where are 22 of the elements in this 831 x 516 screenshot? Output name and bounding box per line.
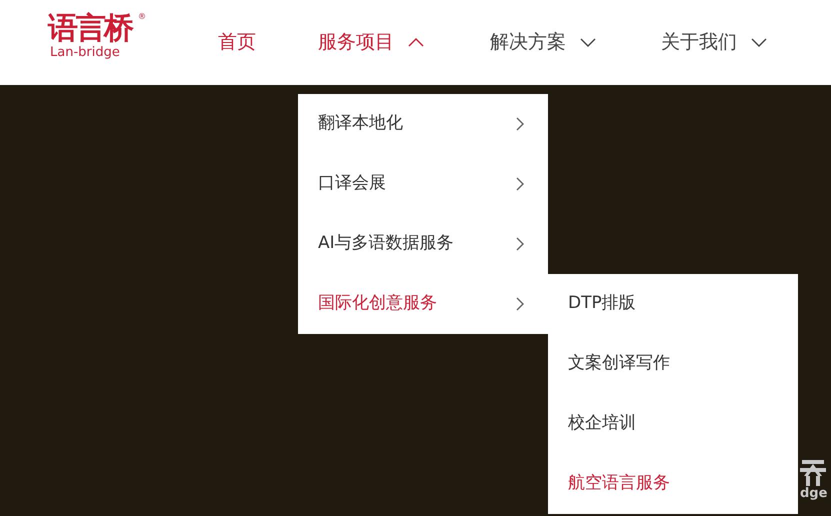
menu-item[interactable]: 翻译本地化 [298,94,548,154]
nav-link[interactable]: 首页 [218,28,318,57]
chevron-down-icon [751,38,767,47]
chevron-right-icon [516,117,524,131]
menu-item[interactable]: AI与多语数据服务 [298,214,548,274]
chevron-right-icon [516,297,524,311]
menu-item[interactable]: 文案创译写作 [548,334,798,394]
menu-item[interactable]: 航空语言服务 [548,454,798,514]
chevron-right-icon [516,237,524,251]
menu-item[interactable]: 国际化创意服务 [298,274,548,334]
banner-logo-text: dge [800,486,828,502]
menu-item[interactable]: 口译会展 [298,154,548,214]
nav-dropdown[interactable]: 服务项目 [318,28,490,57]
nav-dropdown[interactable]: 解决方案 [490,28,661,57]
nav-dropdown[interactable]: 关于我们 [661,28,801,57]
chevron-up-icon [408,38,424,47]
menu-item[interactable]: DTP排版 [548,274,798,334]
banner-logo-icon [800,458,826,486]
logo[interactable]: 语言桥 Lan-bridge ® [48,12,148,72]
menu-item[interactable]: 校企培训 [548,394,798,454]
chevron-down-icon [580,38,596,47]
chevron-right-icon [516,177,524,191]
